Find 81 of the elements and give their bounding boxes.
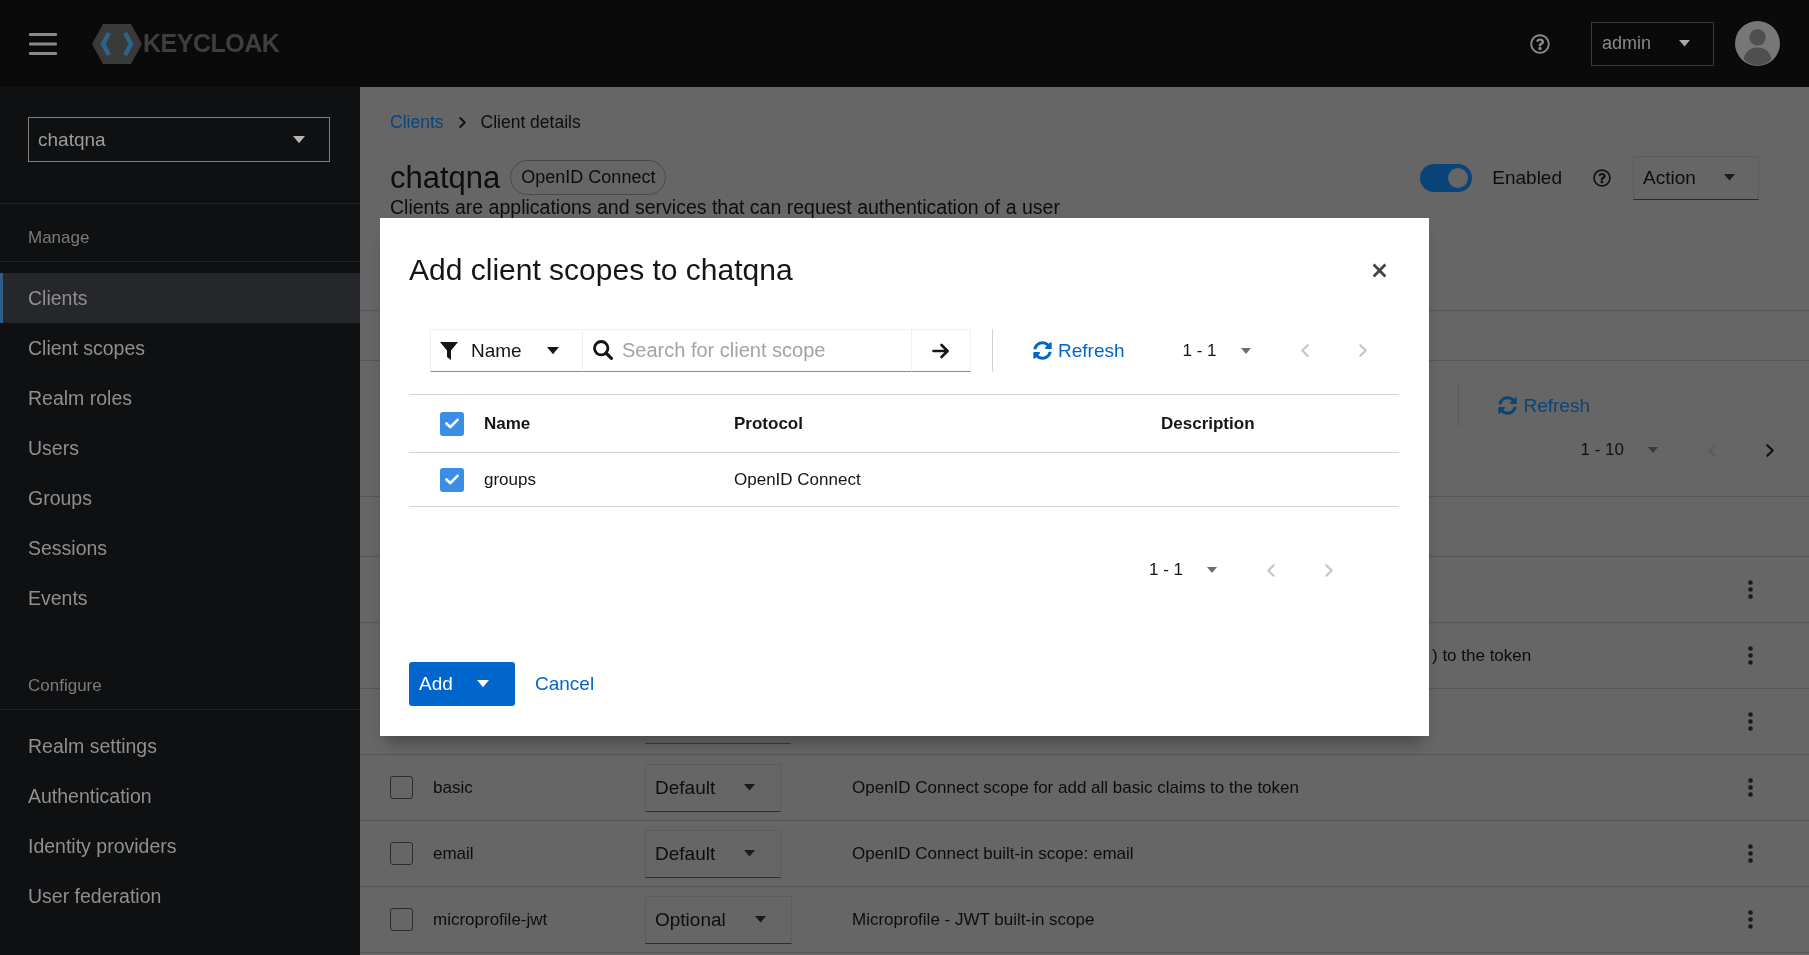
scope-name: groups bbox=[484, 469, 537, 490]
nav-item[interactable]: User federation bbox=[0, 871, 360, 921]
action-dropdown[interactable]: Action bbox=[1633, 155, 1759, 200]
chevron-right-icon[interactable] bbox=[1766, 443, 1774, 457]
user-menu-dropdown[interactable]: admin bbox=[1591, 21, 1714, 66]
checkbox[interactable] bbox=[440, 467, 464, 492]
nav-item[interactable]: Groups bbox=[0, 473, 360, 523]
kebab-menu-icon[interactable] bbox=[1747, 844, 1753, 863]
pagination-toggle[interactable]: 1 - 1 bbox=[1182, 340, 1251, 361]
caret-icon bbox=[1207, 567, 1217, 573]
cancel-link[interactable]: Cancel bbox=[535, 673, 595, 695]
kebab-menu-icon[interactable] bbox=[1747, 910, 1753, 929]
help-icon[interactable] bbox=[1530, 33, 1550, 54]
scope-name: basic bbox=[433, 777, 474, 798]
close-icon[interactable] bbox=[1372, 262, 1387, 278]
filter-dropdown[interactable]: Name bbox=[430, 329, 583, 372]
checkbox[interactable] bbox=[390, 776, 413, 799]
caret-icon bbox=[1240, 347, 1251, 354]
nav-item[interactable]: Realm roles bbox=[0, 373, 360, 423]
caret-icon bbox=[1648, 447, 1658, 453]
search-field[interactable]: Search for client scope bbox=[583, 329, 912, 372]
assigned-type-dropdown[interactable]: Optional bbox=[645, 895, 792, 944]
caret-icon bbox=[754, 916, 766, 923]
nav-item[interactable]: Events bbox=[0, 573, 360, 623]
refresh-button[interactable]: Refresh bbox=[1033, 339, 1125, 362]
check-icon bbox=[445, 474, 459, 485]
nav-item[interactable]: Client scopes bbox=[0, 323, 360, 373]
caret-icon bbox=[1724, 174, 1735, 181]
assigned-type-dropdown[interactable]: Default bbox=[645, 829, 782, 878]
scope-description: OpenID Connect scope for add all basic claims to the token bbox=[852, 777, 1300, 798]
caret-icon bbox=[1679, 40, 1690, 47]
nav-item[interactable]: Authentication bbox=[0, 771, 360, 821]
checkbox[interactable] bbox=[390, 908, 413, 931]
menu-icon[interactable] bbox=[29, 32, 57, 55]
caret-icon bbox=[547, 346, 559, 355]
avatar-icon[interactable] bbox=[1735, 21, 1780, 66]
check-icon bbox=[445, 418, 459, 429]
column-header: Name bbox=[484, 413, 532, 434]
logo-icon bbox=[92, 23, 142, 64]
switch-label: Enabled bbox=[1492, 166, 1562, 189]
page-title: chatqna bbox=[390, 159, 501, 197]
scope-description: OpenID Connect built-in scope: email bbox=[852, 843, 1135, 864]
nav-item[interactable]: Identity providers bbox=[0, 821, 360, 871]
column-header: Description bbox=[1161, 413, 1256, 434]
kebab-menu-icon[interactable] bbox=[1747, 712, 1753, 731]
chevron-right-icon bbox=[458, 116, 466, 128]
caret-icon bbox=[476, 680, 489, 688]
help-icon[interactable] bbox=[1593, 168, 1611, 187]
realm-selector[interactable]: chatqna bbox=[28, 117, 330, 162]
scope-protocol: OpenID Connect bbox=[734, 469, 862, 490]
pagination-toggle[interactable]: 1 - 10 bbox=[1580, 440, 1658, 460]
search-icon bbox=[593, 340, 613, 360]
search-submit-button[interactable] bbox=[912, 329, 971, 372]
checkbox[interactable] bbox=[390, 842, 413, 865]
arrow-right-icon bbox=[932, 342, 950, 359]
caret-icon bbox=[744, 850, 756, 857]
nav-item[interactable]: Sessions bbox=[0, 523, 360, 573]
breadcrumb-current: Client details bbox=[480, 111, 581, 133]
nav-item[interactable]: Realm settings bbox=[0, 721, 360, 771]
nav-item[interactable]: Clients bbox=[0, 273, 360, 323]
caret-icon bbox=[293, 135, 305, 144]
page-description: Clients are applications and services that can request authentication of a user bbox=[390, 197, 1061, 217]
caret-icon bbox=[744, 784, 756, 791]
scope-description: ) to the token bbox=[1432, 645, 1533, 666]
modal-title: Add client scopes to chatqna bbox=[409, 253, 793, 287]
scope-name: microprofile-jwt bbox=[433, 909, 549, 930]
refresh-icon bbox=[1498, 396, 1518, 415]
nav-item[interactable]: Users bbox=[0, 423, 360, 473]
filter-icon bbox=[440, 341, 458, 360]
pagination-toggle[interactable]: 1 - 1 bbox=[1148, 560, 1217, 580]
kebab-menu-icon[interactable] bbox=[1747, 580, 1753, 599]
assigned-type-dropdown[interactable]: Default bbox=[645, 763, 782, 812]
kebab-menu-icon[interactable] bbox=[1747, 778, 1753, 797]
scope-description: Microprofile - JWT built-in scope bbox=[852, 909, 1096, 930]
enabled-switch[interactable] bbox=[1420, 163, 1473, 192]
refresh-icon bbox=[1033, 341, 1052, 360]
kebab-menu-icon[interactable] bbox=[1747, 646, 1753, 665]
add-button[interactable]: Add bbox=[409, 662, 515, 706]
scope-name: email bbox=[433, 843, 475, 864]
checkbox[interactable] bbox=[440, 411, 464, 436]
column-header: Protocol bbox=[734, 413, 804, 434]
